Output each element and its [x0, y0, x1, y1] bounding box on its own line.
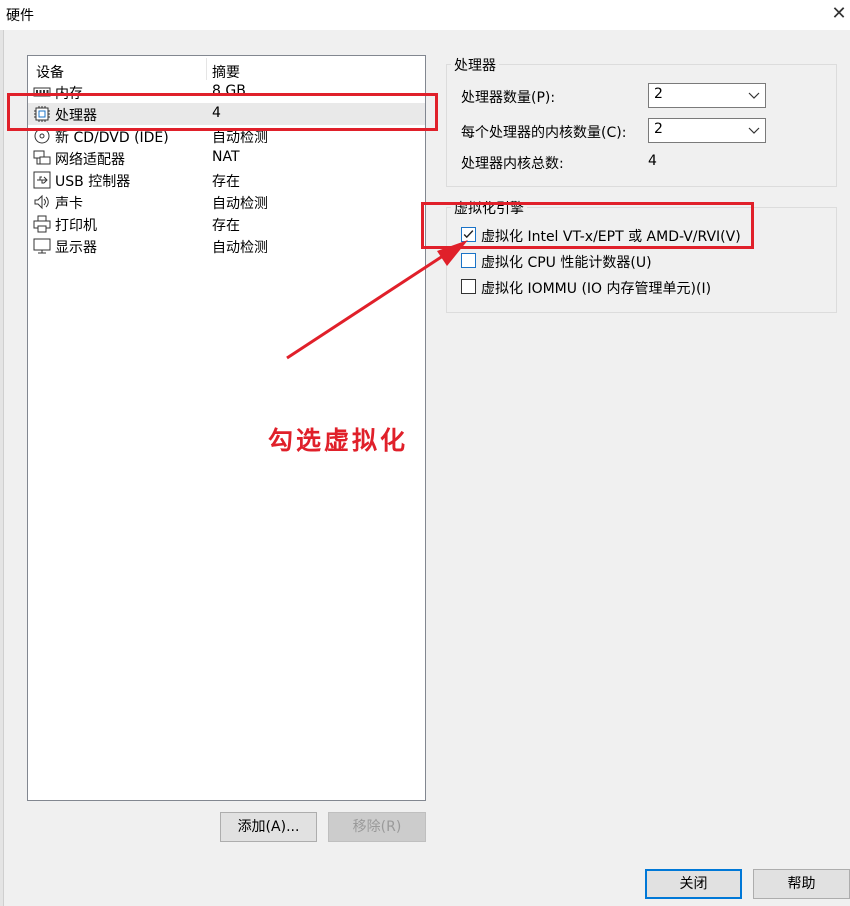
processor-count-label: 处理器数量(P):: [461, 90, 556, 106]
device-summary: 存在: [212, 174, 240, 190]
cores-per-processor-value: 2: [654, 121, 663, 137]
device-row-usb[interactable]: USB 控制器 存在: [28, 169, 425, 191]
printer-icon: [33, 215, 51, 233]
close-icon[interactable]: ✕: [828, 2, 850, 26]
device-name: USB 控制器: [55, 174, 131, 190]
vtx-highlight-box: [421, 202, 754, 249]
help-button[interactable]: 帮助: [753, 869, 850, 899]
cpu-counters-checkbox[interactable]: [461, 253, 476, 268]
total-cores-value: 4: [648, 153, 657, 169]
cores-per-processor-select[interactable]: 2: [648, 118, 766, 143]
device-summary: 自动检测: [212, 240, 268, 256]
close-button[interactable]: 关闭: [645, 869, 742, 899]
iommu-checkbox-label[interactable]: 虚拟化 IOMMU (IO 内存管理单元)(I): [481, 278, 711, 298]
device-summary: NAT: [212, 149, 240, 165]
device-row-sound[interactable]: 声卡 自动检测: [28, 191, 425, 213]
device-row-display[interactable]: 显示器 自动检测: [28, 235, 425, 257]
column-header-device[interactable]: 设备: [36, 62, 64, 82]
cores-per-processor-label: 每个处理器的内核数量(C):: [461, 125, 627, 141]
remove-device-button[interactable]: 移除(R): [328, 812, 426, 842]
title-bar: 硬件 ✕: [0, 0, 850, 30]
speaker-icon: [34, 194, 49, 210]
column-header-summary[interactable]: 摘要: [212, 62, 240, 82]
device-name: 声卡: [55, 196, 83, 212]
usb-icon: [33, 171, 51, 189]
window-title: 硬件: [6, 8, 34, 24]
cpu-counters-checkbox-label[interactable]: 虚拟化 CPU 性能计数器(U): [481, 252, 652, 272]
device-name: 网络适配器: [55, 152, 125, 168]
device-name: 显示器: [55, 240, 97, 256]
device-name: 打印机: [55, 218, 97, 234]
annotation-text: 勾选虚拟化: [268, 426, 409, 455]
device-row-network[interactable]: 网络适配器 NAT: [28, 147, 425, 169]
add-device-button[interactable]: 添加(A)...: [220, 812, 317, 842]
device-summary: 自动检测: [212, 196, 268, 212]
chevron-down-icon: [748, 92, 760, 99]
total-cores-label: 处理器内核总数:: [461, 156, 564, 172]
chevron-down-icon: [748, 127, 760, 134]
background-window-edge: [0, 30, 4, 906]
network-icon: [33, 150, 51, 165]
processor-highlight-box: [7, 93, 438, 131]
device-summary: 存在: [212, 218, 240, 234]
processor-count-select[interactable]: 2: [648, 83, 766, 108]
monitor-icon: [33, 238, 51, 254]
iommu-checkbox[interactable]: [461, 279, 476, 294]
processor-count-value: 2: [654, 86, 663, 102]
processor-group-legend: 处理器: [451, 55, 499, 75]
device-row-printer[interactable]: 打印机 存在: [28, 213, 425, 235]
column-divider: [206, 58, 207, 80]
